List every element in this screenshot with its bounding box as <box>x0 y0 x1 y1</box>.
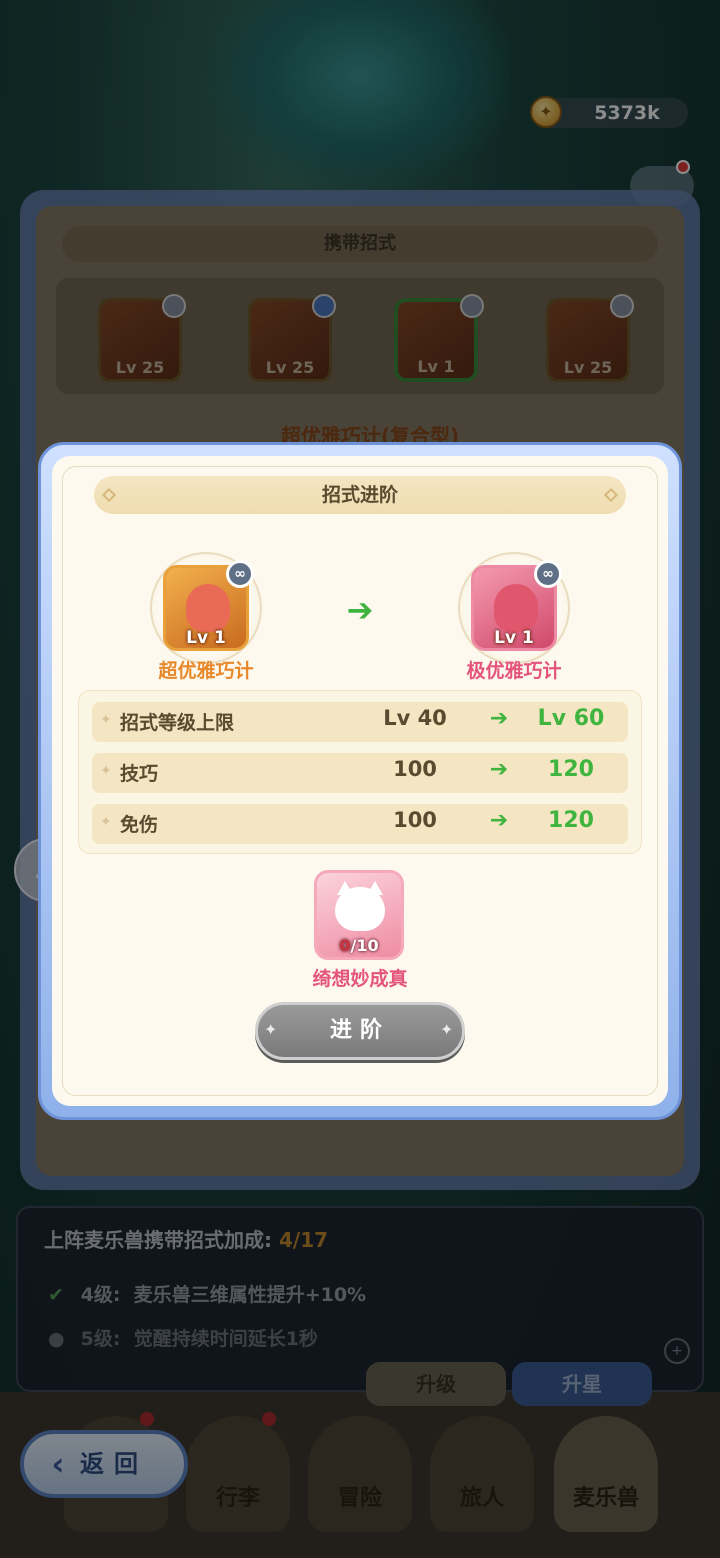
stat-name: 免伤 <box>120 814 159 836</box>
to-skill-name: 极优雅巧计 <box>466 660 562 682</box>
from-skill-level: Lv 1 <box>186 628 226 648</box>
arrow-right-icon: ➔ <box>489 757 509 782</box>
stat-new-value: 120 <box>548 808 594 833</box>
link-badge-icon: ∞ <box>226 560 254 588</box>
stat-name: 招式等级上限 <box>120 712 235 734</box>
star-bullet-icon: ✦ <box>100 712 112 728</box>
from-skill-name: 超优雅巧计 <box>158 660 254 682</box>
stat-old-value: Lv 40 <box>383 706 447 730</box>
material-need: /10 <box>350 936 379 955</box>
stat-new-value: Lv 60 <box>537 706 605 731</box>
material-name: 绮想妙成真 <box>312 968 408 990</box>
arrow-right-icon: ➔ <box>489 808 509 833</box>
star-bullet-icon: ✦ <box>100 814 112 830</box>
creature-icon <box>494 584 538 632</box>
advance-button-label: 进阶 <box>329 1018 390 1043</box>
stat-old-value: 100 <box>393 808 437 832</box>
to-skill-level: Lv 1 <box>494 628 534 648</box>
material-have: 0 <box>339 936 351 955</box>
star-bullet-icon: ✦ <box>100 763 112 779</box>
material-count: 0/10 <box>314 936 404 955</box>
arrow-right-icon: ➔ <box>346 591 374 629</box>
stat-new-value: 120 <box>548 757 594 782</box>
link-badge-icon: ∞ <box>534 560 562 588</box>
modal-title: 招式进阶 <box>321 484 398 506</box>
arrow-right-icon: ➔ <box>489 706 509 731</box>
stat-old-value: 100 <box>393 757 437 781</box>
stat-name: 技巧 <box>120 763 159 785</box>
creature-icon <box>186 584 230 632</box>
cat-icon <box>335 887 385 931</box>
